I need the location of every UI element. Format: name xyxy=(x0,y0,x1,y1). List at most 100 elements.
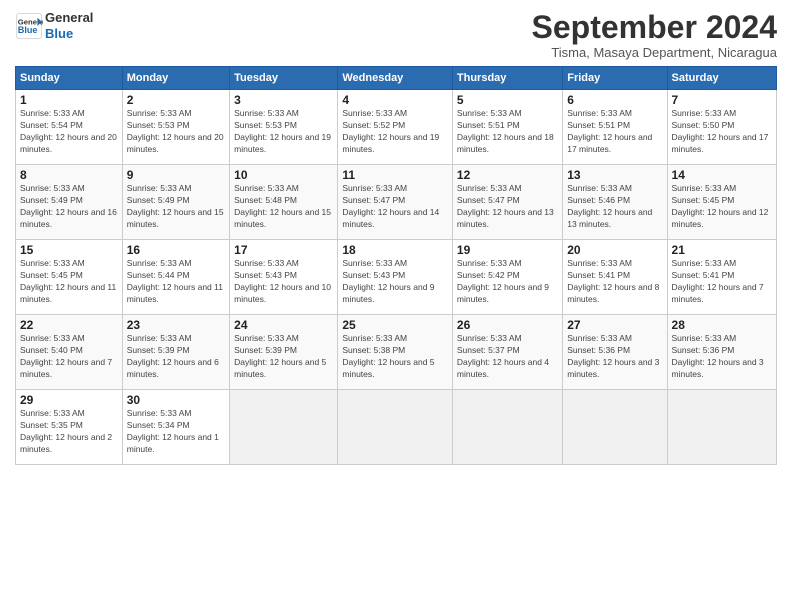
header-monday: Monday xyxy=(122,67,229,90)
day-number: 10 xyxy=(234,168,333,182)
day-info: Sunrise: 5:33 AMSunset: 5:36 PMDaylight:… xyxy=(567,333,659,379)
day-number: 6 xyxy=(567,93,662,107)
day-cell: 20Sunrise: 5:33 AMSunset: 5:41 PMDayligh… xyxy=(563,240,667,315)
day-cell: 9Sunrise: 5:33 AMSunset: 5:49 PMDaylight… xyxy=(122,165,229,240)
logo-general: General xyxy=(45,10,93,26)
day-number: 4 xyxy=(342,93,448,107)
day-cell: 27Sunrise: 5:33 AMSunset: 5:36 PMDayligh… xyxy=(563,315,667,390)
logo-blue: Blue xyxy=(45,26,93,42)
header-tuesday: Tuesday xyxy=(230,67,338,90)
header-row: SundayMondayTuesdayWednesdayThursdayFrid… xyxy=(16,67,777,90)
header-sunday: Sunday xyxy=(16,67,123,90)
day-number: 5 xyxy=(457,93,558,107)
day-number: 15 xyxy=(20,243,118,257)
day-number: 24 xyxy=(234,318,333,332)
week-row: 15Sunrise: 5:33 AMSunset: 5:45 PMDayligh… xyxy=(16,240,777,315)
day-info: Sunrise: 5:33 AMSunset: 5:52 PMDaylight:… xyxy=(342,108,439,154)
calendar-table: SundayMondayTuesdayWednesdayThursdayFrid… xyxy=(15,66,777,465)
day-number: 14 xyxy=(672,168,772,182)
day-cell: 10Sunrise: 5:33 AMSunset: 5:48 PMDayligh… xyxy=(230,165,338,240)
day-number: 19 xyxy=(457,243,558,257)
day-cell: 23Sunrise: 5:33 AMSunset: 5:39 PMDayligh… xyxy=(122,315,229,390)
day-cell xyxy=(563,390,667,465)
day-cell: 4Sunrise: 5:33 AMSunset: 5:52 PMDaylight… xyxy=(338,90,453,165)
header: General Blue General Blue September 2024… xyxy=(15,10,777,60)
day-cell: 13Sunrise: 5:33 AMSunset: 5:46 PMDayligh… xyxy=(563,165,667,240)
day-cell: 12Sunrise: 5:33 AMSunset: 5:47 PMDayligh… xyxy=(452,165,562,240)
day-cell: 24Sunrise: 5:33 AMSunset: 5:39 PMDayligh… xyxy=(230,315,338,390)
day-info: Sunrise: 5:33 AMSunset: 5:46 PMDaylight:… xyxy=(567,183,652,229)
day-info: Sunrise: 5:33 AMSunset: 5:53 PMDaylight:… xyxy=(127,108,224,154)
day-number: 22 xyxy=(20,318,118,332)
day-cell: 14Sunrise: 5:33 AMSunset: 5:45 PMDayligh… xyxy=(667,165,776,240)
day-info: Sunrise: 5:33 AMSunset: 5:40 PMDaylight:… xyxy=(20,333,112,379)
day-number: 7 xyxy=(672,93,772,107)
day-number: 26 xyxy=(457,318,558,332)
day-info: Sunrise: 5:33 AMSunset: 5:43 PMDaylight:… xyxy=(234,258,331,304)
day-info: Sunrise: 5:33 AMSunset: 5:51 PMDaylight:… xyxy=(457,108,554,154)
header-friday: Friday xyxy=(563,67,667,90)
day-number: 17 xyxy=(234,243,333,257)
day-number: 21 xyxy=(672,243,772,257)
day-info: Sunrise: 5:33 AMSunset: 5:39 PMDaylight:… xyxy=(234,333,326,379)
week-row: 8Sunrise: 5:33 AMSunset: 5:49 PMDaylight… xyxy=(16,165,777,240)
day-info: Sunrise: 5:33 AMSunset: 5:49 PMDaylight:… xyxy=(20,183,117,229)
day-cell: 3Sunrise: 5:33 AMSunset: 5:53 PMDaylight… xyxy=(230,90,338,165)
subtitle: Tisma, Masaya Department, Nicaragua xyxy=(532,45,777,60)
day-number: 30 xyxy=(127,393,225,407)
header-saturday: Saturday xyxy=(667,67,776,90)
day-cell: 16Sunrise: 5:33 AMSunset: 5:44 PMDayligh… xyxy=(122,240,229,315)
day-cell: 18Sunrise: 5:33 AMSunset: 5:43 PMDayligh… xyxy=(338,240,453,315)
day-number: 28 xyxy=(672,318,772,332)
day-info: Sunrise: 5:33 AMSunset: 5:51 PMDaylight:… xyxy=(567,108,652,154)
day-number: 2 xyxy=(127,93,225,107)
day-cell: 11Sunrise: 5:33 AMSunset: 5:47 PMDayligh… xyxy=(338,165,453,240)
day-cell: 30Sunrise: 5:33 AMSunset: 5:34 PMDayligh… xyxy=(122,390,229,465)
day-info: Sunrise: 5:33 AMSunset: 5:37 PMDaylight:… xyxy=(457,333,549,379)
day-info: Sunrise: 5:33 AMSunset: 5:36 PMDaylight:… xyxy=(672,333,764,379)
day-cell: 22Sunrise: 5:33 AMSunset: 5:40 PMDayligh… xyxy=(16,315,123,390)
day-number: 29 xyxy=(20,393,118,407)
day-number: 8 xyxy=(20,168,118,182)
month-title: September 2024 xyxy=(532,10,777,45)
header-thursday: Thursday xyxy=(452,67,562,90)
day-number: 13 xyxy=(567,168,662,182)
day-cell: 25Sunrise: 5:33 AMSunset: 5:38 PMDayligh… xyxy=(338,315,453,390)
day-info: Sunrise: 5:33 AMSunset: 5:42 PMDaylight:… xyxy=(457,258,549,304)
day-cell: 28Sunrise: 5:33 AMSunset: 5:36 PMDayligh… xyxy=(667,315,776,390)
day-info: Sunrise: 5:33 AMSunset: 5:50 PMDaylight:… xyxy=(672,108,769,154)
day-info: Sunrise: 5:33 AMSunset: 5:54 PMDaylight:… xyxy=(20,108,117,154)
day-number: 1 xyxy=(20,93,118,107)
day-cell xyxy=(452,390,562,465)
day-number: 20 xyxy=(567,243,662,257)
day-number: 27 xyxy=(567,318,662,332)
day-info: Sunrise: 5:33 AMSunset: 5:38 PMDaylight:… xyxy=(342,333,434,379)
day-info: Sunrise: 5:33 AMSunset: 5:34 PMDaylight:… xyxy=(127,408,219,454)
day-info: Sunrise: 5:33 AMSunset: 5:53 PMDaylight:… xyxy=(234,108,331,154)
day-number: 12 xyxy=(457,168,558,182)
logo-icon: General Blue xyxy=(15,12,43,40)
day-number: 11 xyxy=(342,168,448,182)
day-number: 23 xyxy=(127,318,225,332)
day-info: Sunrise: 5:33 AMSunset: 5:39 PMDaylight:… xyxy=(127,333,219,379)
day-info: Sunrise: 5:33 AMSunset: 5:43 PMDaylight:… xyxy=(342,258,434,304)
svg-text:Blue: Blue xyxy=(18,25,38,35)
day-number: 18 xyxy=(342,243,448,257)
day-info: Sunrise: 5:33 AMSunset: 5:45 PMDaylight:… xyxy=(20,258,116,304)
day-cell: 6Sunrise: 5:33 AMSunset: 5:51 PMDaylight… xyxy=(563,90,667,165)
day-cell: 26Sunrise: 5:33 AMSunset: 5:37 PMDayligh… xyxy=(452,315,562,390)
day-cell: 19Sunrise: 5:33 AMSunset: 5:42 PMDayligh… xyxy=(452,240,562,315)
day-cell: 8Sunrise: 5:33 AMSunset: 5:49 PMDaylight… xyxy=(16,165,123,240)
day-cell: 29Sunrise: 5:33 AMSunset: 5:35 PMDayligh… xyxy=(16,390,123,465)
day-number: 25 xyxy=(342,318,448,332)
day-cell xyxy=(230,390,338,465)
day-cell: 1Sunrise: 5:33 AMSunset: 5:54 PMDaylight… xyxy=(16,90,123,165)
day-info: Sunrise: 5:33 AMSunset: 5:41 PMDaylight:… xyxy=(672,258,764,304)
day-cell: 17Sunrise: 5:33 AMSunset: 5:43 PMDayligh… xyxy=(230,240,338,315)
day-cell: 5Sunrise: 5:33 AMSunset: 5:51 PMDaylight… xyxy=(452,90,562,165)
day-info: Sunrise: 5:33 AMSunset: 5:45 PMDaylight:… xyxy=(672,183,769,229)
day-cell: 21Sunrise: 5:33 AMSunset: 5:41 PMDayligh… xyxy=(667,240,776,315)
day-number: 3 xyxy=(234,93,333,107)
day-info: Sunrise: 5:33 AMSunset: 5:49 PMDaylight:… xyxy=(127,183,224,229)
day-info: Sunrise: 5:33 AMSunset: 5:47 PMDaylight:… xyxy=(457,183,554,229)
